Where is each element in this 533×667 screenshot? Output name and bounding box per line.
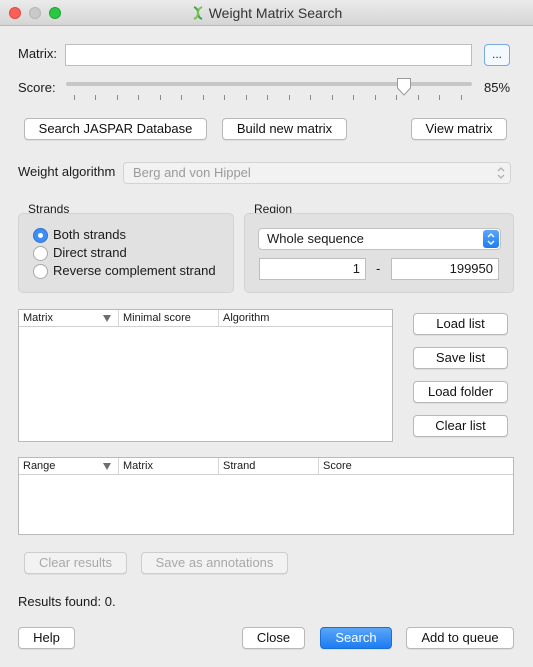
help-button[interactable]: Help xyxy=(18,627,75,649)
sort-descending-icon xyxy=(103,315,111,322)
matrix-list-table[interactable]: Matrix Minimal score Algorithm xyxy=(18,309,393,442)
column-header-matrix[interactable]: Matrix xyxy=(19,310,119,326)
select-arrow-icon xyxy=(483,230,499,248)
column-header-minimal-score[interactable]: Minimal score xyxy=(119,310,219,326)
view-matrix-button[interactable]: View matrix xyxy=(411,118,507,140)
score-value: 85% xyxy=(484,80,511,95)
column-header-score[interactable]: Score xyxy=(319,458,513,474)
column-header-strand[interactable]: Strand xyxy=(219,458,319,474)
score-label: Score: xyxy=(18,80,56,95)
close-button[interactable]: Close xyxy=(242,627,305,649)
add-to-queue-button[interactable]: Add to queue xyxy=(406,627,514,649)
score-slider-thumb[interactable] xyxy=(396,77,412,97)
radio-label: Both strands xyxy=(53,227,126,242)
load-list-button[interactable]: Load list xyxy=(413,313,508,335)
radio-button[interactable] xyxy=(33,264,48,279)
region-range-separator: - xyxy=(376,261,381,276)
column-header-matrix[interactable]: Matrix xyxy=(119,458,219,474)
region-group: Whole sequence 1 - 199950 xyxy=(244,213,514,293)
window-title: Weight Matrix Search xyxy=(0,5,533,21)
clear-results-button[interactable]: Clear results xyxy=(24,552,127,574)
matrix-input[interactable] xyxy=(65,44,472,66)
region-select[interactable]: Whole sequence xyxy=(258,228,501,250)
updown-chevron-icon xyxy=(497,167,505,179)
save-list-button[interactable]: Save list xyxy=(413,347,508,369)
search-button[interactable]: Search xyxy=(320,627,392,649)
results-found-text: Results found: 0. xyxy=(18,594,116,609)
radio-button-checked[interactable] xyxy=(33,228,48,243)
results-header: Range Matrix Strand Score xyxy=(19,458,513,475)
region-start-input[interactable]: 1 xyxy=(259,258,366,280)
matrix-list-header: Matrix Minimal score Algorithm xyxy=(19,310,392,327)
search-jaspar-button[interactable]: Search JASPAR Database xyxy=(24,118,207,140)
column-header-range[interactable]: Range xyxy=(19,458,119,474)
column-header-algorithm[interactable]: Algorithm xyxy=(219,310,392,326)
weight-algorithm-label: Weight algorithm xyxy=(18,164,116,179)
column-header-label: Range xyxy=(23,460,56,472)
clear-list-button[interactable]: Clear list xyxy=(413,415,508,437)
load-folder-button[interactable]: Load folder xyxy=(413,381,508,403)
browse-matrix-button[interactable]: ... xyxy=(484,44,510,66)
weight-matrix-search-window: Weight Matrix Search Matrix: ... Score: … xyxy=(0,0,533,667)
save-as-annotations-button[interactable]: Save as annotations xyxy=(141,552,288,574)
dna-icon xyxy=(193,6,203,20)
results-table[interactable]: Range Matrix Strand Score xyxy=(18,457,514,535)
region-end-input[interactable]: 199950 xyxy=(391,258,499,280)
radio-button[interactable] xyxy=(33,246,48,261)
strands-group: Both strands Direct strand Reverse compl… xyxy=(18,213,234,293)
sort-descending-icon xyxy=(103,463,111,470)
column-header-label: Matrix xyxy=(23,312,53,324)
matrix-label: Matrix: xyxy=(18,46,57,61)
window-title-text: Weight Matrix Search xyxy=(208,5,343,21)
title-bar: Weight Matrix Search xyxy=(0,0,533,26)
weight-algorithm-select[interactable]: Berg and von Hippel xyxy=(123,162,511,184)
radio-label: Reverse complement strand xyxy=(53,263,216,278)
radio-label: Direct strand xyxy=(53,245,127,260)
region-select-value: Whole sequence xyxy=(267,231,364,246)
build-new-matrix-button[interactable]: Build new matrix xyxy=(222,118,347,140)
weight-algorithm-value: Berg and von Hippel xyxy=(133,165,251,180)
